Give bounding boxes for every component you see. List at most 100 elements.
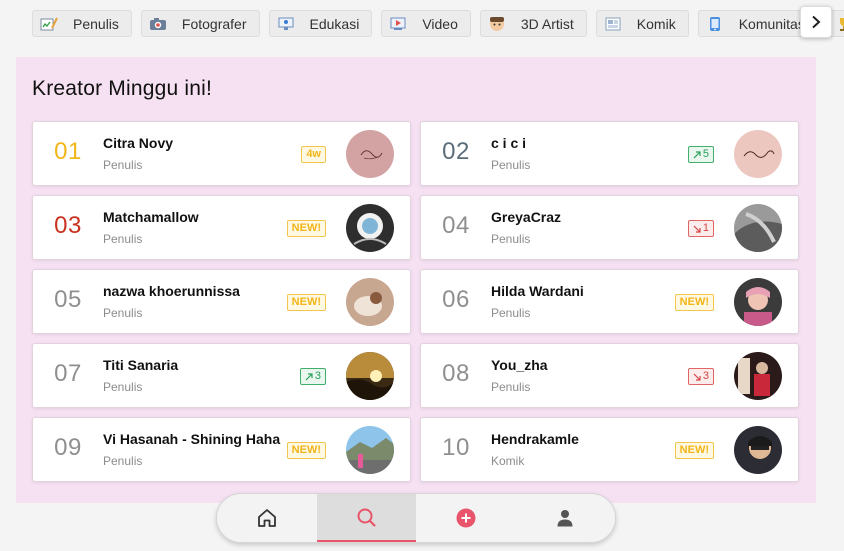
scroll-right-button[interactable] xyxy=(800,6,832,38)
category-strip: Penulis Fotografer Edukasi Video 3D Arti xyxy=(0,0,844,48)
weekly-creators-panel: Kreator Minggu ini! 01 Citra Novy Penuli… xyxy=(16,57,816,503)
creator-rank: 03 xyxy=(54,212,82,239)
category-chip-edukasi[interactable]: Edukasi xyxy=(268,10,373,37)
category-chip-label: Fotografer xyxy=(181,15,247,32)
creator-category: Penulis xyxy=(103,380,143,394)
creator-rank: 06 xyxy=(442,286,470,313)
badge-text: 1 xyxy=(702,222,709,234)
avatar[interactable] xyxy=(734,204,782,252)
creator-rank: 08 xyxy=(442,360,470,387)
category-chip-komik[interactable]: Komik xyxy=(595,10,689,37)
badge-text: NEW! xyxy=(679,296,709,308)
rank-badge: NEW! xyxy=(286,294,326,311)
avatar[interactable] xyxy=(346,426,394,474)
comic-icon xyxy=(603,15,623,33)
rank-badge: 4w xyxy=(301,146,326,163)
category-chip-label: 3D Artist xyxy=(520,15,574,32)
creator-card[interactable]: 02 c i c i Penulis 5 xyxy=(420,121,799,186)
creator-info: Vi Hasanah - Shining Haha Penulis xyxy=(103,418,293,481)
creator-card[interactable]: 08 You_zha Penulis 3 xyxy=(420,343,799,408)
arrow-down-icon xyxy=(693,225,701,233)
creator-info: You_zha Penulis xyxy=(491,344,681,407)
camera-icon xyxy=(148,15,168,33)
creator-name: Hilda Wardani xyxy=(491,283,584,299)
category-chip-video[interactable]: Video xyxy=(381,10,471,37)
creator-category: Penulis xyxy=(491,380,531,394)
creator-card[interactable]: 09 Vi Hasanah - Shining Haha Penulis NEW… xyxy=(32,417,411,482)
arrow-up-icon xyxy=(693,150,701,158)
creator-card[interactable]: 01 Citra Novy Penulis 4w xyxy=(32,121,411,186)
nav-profile[interactable] xyxy=(516,494,616,542)
avatar[interactable] xyxy=(734,352,782,400)
creator-info: GreyaCraz Penulis xyxy=(491,196,681,259)
add-circle-icon xyxy=(456,508,476,528)
category-chip-3d-artist[interactable]: 3D Artist xyxy=(479,10,587,37)
home-icon xyxy=(257,509,276,527)
creator-card[interactable]: 06 Hilda Wardani Penulis NEW! xyxy=(420,269,799,334)
creator-category: Penulis xyxy=(103,306,143,320)
creator-category: Penulis xyxy=(491,158,531,172)
avatar[interactable] xyxy=(734,426,782,474)
avatar[interactable] xyxy=(346,204,394,252)
creator-info: Titi Sanaria Penulis xyxy=(103,344,293,407)
category-chip-fotografer[interactable]: Fotografer xyxy=(140,10,260,37)
category-chip-label: Komik xyxy=(636,15,676,32)
creator-category: Penulis xyxy=(491,306,531,320)
creator-name: Titi Sanaria xyxy=(103,357,179,373)
profile-icon xyxy=(557,510,573,527)
badge-text: NEW! xyxy=(291,222,321,234)
chevron-right-icon xyxy=(812,15,821,29)
avatar[interactable] xyxy=(346,352,394,400)
badge-text: NEW! xyxy=(679,444,709,456)
nav-create[interactable] xyxy=(416,494,516,542)
bottom-nav xyxy=(216,493,616,543)
creator-card[interactable]: 05 nazwa khoerunnissa Penulis NEW! xyxy=(32,269,411,334)
creator-rank: 01 xyxy=(54,138,82,165)
creator-info: Matchamallow Penulis xyxy=(103,196,293,259)
search-icon xyxy=(357,508,376,527)
creator-info: Citra Novy Penulis xyxy=(103,122,293,185)
3d-artist-icon xyxy=(487,15,507,33)
creator-info: Hendrakamle Komik xyxy=(491,418,681,481)
creator-card[interactable]: 10 Hendrakamle Komik NEW! xyxy=(420,417,799,482)
creator-rank: 04 xyxy=(442,212,470,239)
nav-home[interactable] xyxy=(217,494,317,542)
panel-title: Kreator Minggu ini! xyxy=(32,77,213,100)
trophy-icon xyxy=(834,15,844,33)
badge-text: 5 xyxy=(702,148,709,160)
nav-search[interactable] xyxy=(316,494,416,542)
creator-name: Citra Novy xyxy=(103,135,174,151)
badge-text: 3 xyxy=(314,370,321,382)
creator-card[interactable]: 03 Matchamallow Penulis NEW! xyxy=(32,195,411,260)
category-chip-label: Komunitas xyxy=(738,15,805,32)
avatar[interactable] xyxy=(346,278,394,326)
avatar[interactable] xyxy=(734,130,782,178)
avatar[interactable] xyxy=(734,278,782,326)
badge-text: 3 xyxy=(702,370,709,382)
category-chip-label: Video xyxy=(422,15,458,32)
creator-info: Hilda Wardani Penulis xyxy=(491,270,681,333)
creator-card[interactable]: 04 GreyaCraz Penulis 1 xyxy=(420,195,799,260)
education-icon xyxy=(276,15,296,33)
community-icon xyxy=(705,15,725,33)
creator-category: Penulis xyxy=(103,454,143,468)
avatar[interactable] xyxy=(346,130,394,178)
category-chip-penulis[interactable]: Penulis xyxy=(32,10,132,37)
video-icon xyxy=(388,15,408,33)
arrow-up-icon xyxy=(305,372,313,380)
creator-rank: 05 xyxy=(54,286,82,313)
category-chip-row: Penulis Fotografer Edukasi Video 3D Arti xyxy=(32,10,844,37)
creator-category: Penulis xyxy=(103,158,143,172)
creator-name: nazwa khoerunnissa xyxy=(103,283,240,299)
rank-badge: NEW! xyxy=(286,220,326,237)
creator-name: c i c i xyxy=(491,135,527,151)
badge-text: NEW! xyxy=(291,444,321,456)
badge-text: 4w xyxy=(306,148,321,160)
creator-card[interactable]: 07 Titi Sanaria Penulis 3 xyxy=(32,343,411,408)
creator-category: Penulis xyxy=(491,232,531,246)
category-chip-label: Penulis xyxy=(73,15,119,32)
creator-rank: 10 xyxy=(442,434,470,461)
rank-badge: 5 xyxy=(687,146,714,163)
creator-rank: 09 xyxy=(54,434,82,461)
badge-text: NEW! xyxy=(291,296,321,308)
